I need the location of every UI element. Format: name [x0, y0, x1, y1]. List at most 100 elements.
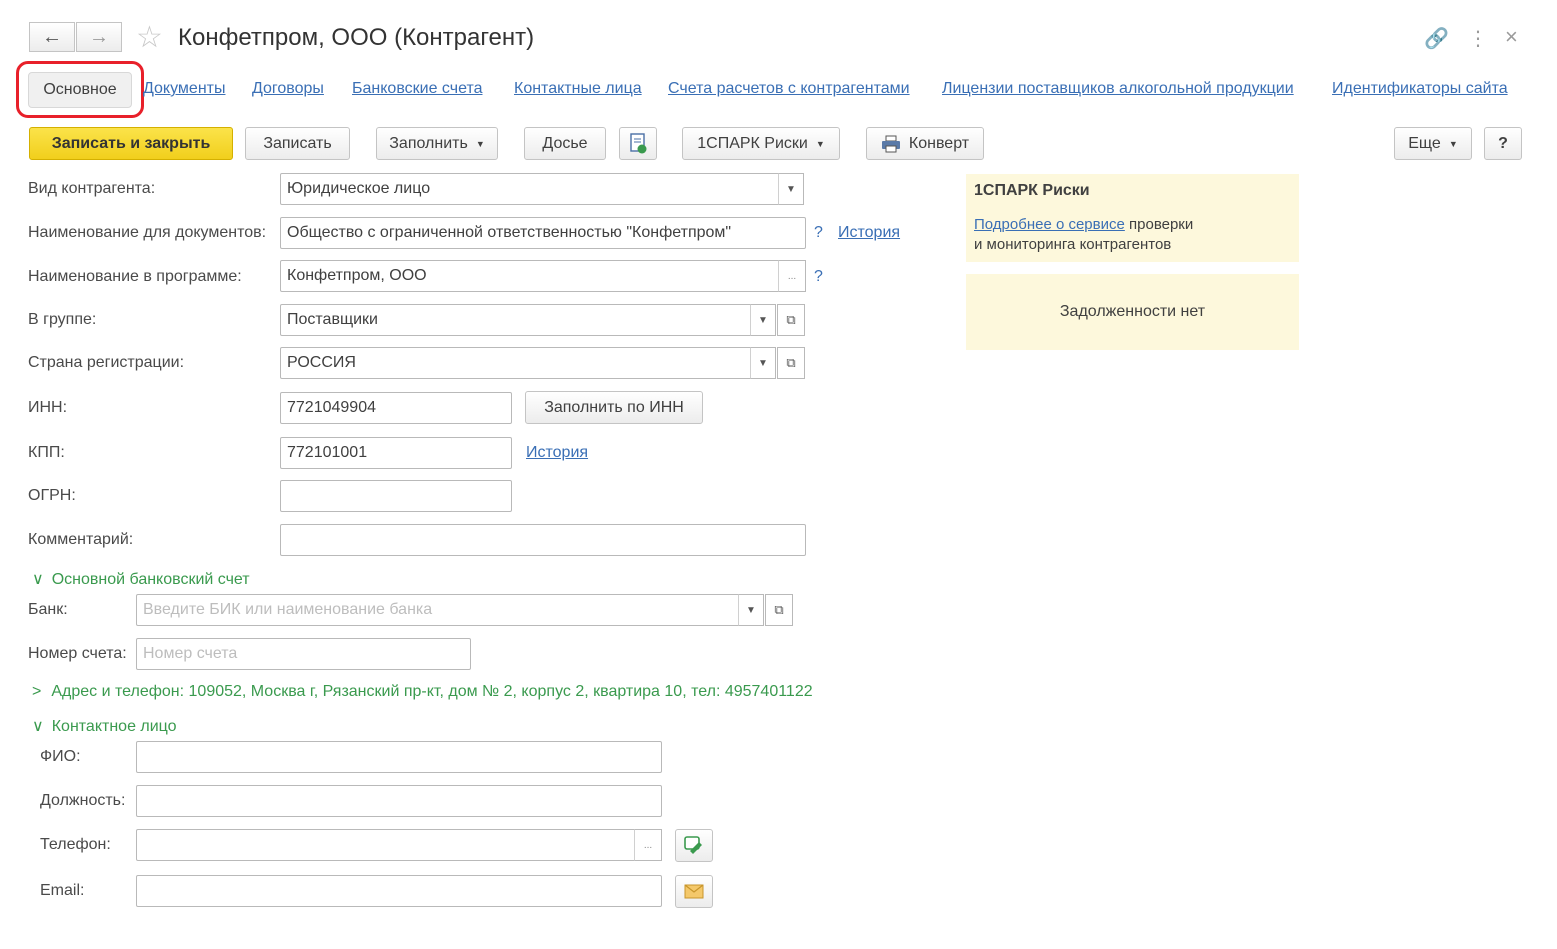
tab-site-identifiers[interactable]: Идентификаторы сайта — [1332, 80, 1508, 98]
account-placeholder: Номер счета — [143, 645, 238, 662]
kind-dropdown-button[interactable]: ▼ — [778, 173, 804, 205]
ogrn-input[interactable] — [280, 480, 512, 512]
envelope-icon — [684, 884, 704, 899]
chevron-down-icon: ▼ — [786, 183, 796, 195]
phone-label: Телефон: — [40, 836, 111, 853]
program-name-ellipsis-button[interactable]: ... — [778, 260, 806, 292]
more-label: Еще — [1408, 134, 1441, 152]
fill-dropdown-button[interactable]: Заполнить ▼ — [376, 127, 498, 160]
open-window-icon: ⧉ — [786, 355, 796, 370]
bank-section-toggle[interactable]: ∨ Основной банковский счет — [32, 569, 250, 589]
country-open-button[interactable]: ⧉ — [777, 347, 805, 379]
group-open-button[interactable]: ⧉ — [777, 304, 805, 336]
country-select[interactable]: РОССИЯ — [280, 347, 752, 379]
open-window-icon: ⧉ — [774, 602, 784, 617]
envelope-button[interactable]: Конверт — [866, 127, 984, 160]
spark-panel-text-line2: и мониторинга контрагентов — [974, 236, 1172, 253]
spark-debt-panel: Задолженности нет — [966, 274, 1299, 350]
chevron-down-icon: ▼ — [1448, 138, 1458, 149]
program-name-input[interactable]: Конфетпром, ООО — [280, 260, 780, 292]
envelope-label: Конверт — [908, 134, 970, 152]
window-title: Конфетпром, ООО (Контрагент) — [178, 24, 535, 51]
call-phone-button[interactable] — [675, 829, 713, 862]
spark-text-after-link: проверки — [1124, 216, 1194, 233]
address-section-toggle[interactable]: > Адрес и телефон: 109052, Москва г, Ряза… — [32, 683, 813, 701]
help-button[interactable]: ? — [1484, 127, 1522, 160]
group-select[interactable]: Поставщики — [280, 304, 752, 336]
account-number-input[interactable]: Номер счета — [136, 638, 471, 670]
program-name-help-icon[interactable]: ? — [814, 268, 823, 286]
fio-label: ФИО: — [40, 748, 81, 765]
country-label: Страна регистрации: — [28, 354, 185, 371]
comment-label: Комментарий: — [28, 531, 134, 548]
email-input[interactable] — [136, 875, 662, 907]
program-name-label: Наименование в программе: — [28, 268, 242, 285]
back-button[interactable]: ← — [29, 22, 75, 52]
tab-contact-persons[interactable]: Контактные лица — [514, 80, 642, 98]
save-button[interactable]: Записать — [245, 127, 350, 160]
counterparty-kind-label: Вид контрагента: — [28, 180, 156, 197]
contact-section-toggle[interactable]: ∨ Контактное лицо — [32, 716, 177, 736]
counterparty-kind-select[interactable]: Юридическое лицо — [280, 173, 780, 205]
tab-alcohol-licenses[interactable]: Лицензии поставщиков алкогольной продукц… — [942, 80, 1294, 98]
document-print-icon — [630, 132, 647, 153]
position-input[interactable] — [136, 785, 662, 817]
tab-settlement-accounts[interactable]: Счета расчетов с контрагентами — [668, 80, 910, 98]
print-document-button[interactable] — [619, 127, 657, 160]
inn-input[interactable]: 7721049904 — [280, 392, 512, 424]
spark-panel-text-line1: Подробнее о сервисе проверки — [974, 216, 1193, 233]
doc-name-input[interactable]: Общество с ограниченной ответственностью… — [280, 217, 806, 249]
save-and-close-button[interactable]: Записать и закрыть — [29, 127, 233, 160]
more-dropdown-button[interactable]: Еще ▼ — [1394, 127, 1472, 160]
favorite-star-icon[interactable]: ☆ — [136, 20, 163, 55]
fill-label: Заполнить — [389, 134, 468, 152]
forward-arrow-icon: → — [89, 25, 109, 48]
dossier-button[interactable]: Досье — [524, 127, 606, 160]
doc-name-help-icon[interactable]: ? — [814, 224, 823, 242]
comment-input[interactable] — [280, 524, 806, 556]
chevron-down-icon: ▼ — [475, 138, 485, 149]
bank-section-title: Основной банковский счет — [51, 571, 250, 588]
chevron-down-icon: ∨ — [32, 718, 44, 735]
kpp-label: КПП: — [28, 444, 65, 461]
email-label: Email: — [40, 882, 85, 899]
back-arrow-icon: ← — [42, 25, 62, 48]
more-actions-icon[interactable]: ⋮ — [1468, 26, 1488, 51]
spark-risks-label: 1СПАРК Риски — [697, 134, 808, 152]
doc-name-history-link[interactable]: История — [838, 224, 900, 242]
forward-button[interactable]: → — [76, 22, 122, 52]
close-icon[interactable]: × — [1505, 24, 1518, 50]
phone-ellipsis-button[interactable]: ... — [634, 829, 662, 861]
chevron-down-icon: ▼ — [746, 604, 756, 616]
fio-input[interactable] — [136, 741, 662, 773]
spark-panel-title: 1СПАРК Риски — [974, 182, 1090, 199]
inn-label: ИНН: — [28, 399, 68, 416]
bank-input[interactable]: Введите БИК или наименование банка — [136, 594, 740, 626]
kpp-history-link[interactable]: История — [526, 444, 588, 462]
link-icon[interactable]: 🔗 — [1424, 26, 1449, 51]
country-dropdown-button[interactable]: ▼ — [750, 347, 776, 379]
fill-by-inn-button[interactable]: Заполнить по ИНН — [525, 391, 703, 424]
chevron-right-icon: > — [32, 683, 42, 700]
send-email-button[interactable] — [675, 875, 713, 908]
bank-dropdown-button[interactable]: ▼ — [738, 594, 764, 626]
tab-bank-accounts[interactable]: Банковские счета — [352, 80, 482, 98]
bank-open-button[interactable]: ⧉ — [765, 594, 793, 626]
account-number-label: Номер счета: — [28, 645, 127, 662]
group-label: В группе: — [28, 311, 97, 328]
kpp-input[interactable]: 772101001 — [280, 437, 512, 469]
contact-section-title: Контактное лицо — [51, 718, 177, 735]
phone-call-icon — [684, 835, 702, 854]
phone-input[interactable] — [136, 829, 636, 861]
highlight-ring — [16, 61, 144, 118]
chevron-down-icon: ▼ — [815, 138, 825, 149]
spark-more-info-link[interactable]: Подробнее о сервисе — [974, 216, 1125, 233]
spark-risks-dropdown-button[interactable]: 1СПАРК Риски ▼ — [682, 127, 840, 160]
tab-contracts[interactable]: Договоры — [252, 80, 324, 98]
bank-placeholder: Введите БИК или наименование банка — [143, 601, 433, 618]
chevron-down-icon: ∨ — [32, 571, 44, 588]
open-window-icon: ⧉ — [786, 312, 796, 327]
group-dropdown-button[interactable]: ▼ — [750, 304, 776, 336]
position-label: Должность: — [40, 792, 126, 809]
tab-documents[interactable]: Документы — [143, 80, 225, 98]
